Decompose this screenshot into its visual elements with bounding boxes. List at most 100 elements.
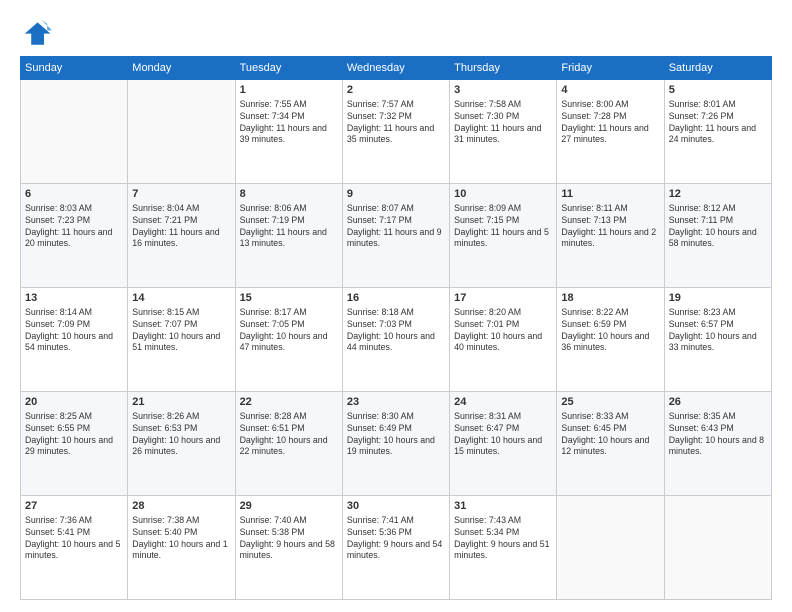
col-header-wednesday: Wednesday [342,57,449,80]
day-number: 7 [132,187,230,202]
calendar-cell: 28Sunrise: 7:38 AMSunset: 5:40 PMDayligh… [128,496,235,600]
day-info: Sunrise: 8:04 AMSunset: 7:21 PMDaylight:… [132,203,230,251]
calendar-cell: 26Sunrise: 8:35 AMSunset: 6:43 PMDayligh… [664,392,771,496]
day-number: 16 [347,291,445,306]
col-header-tuesday: Tuesday [235,57,342,80]
calendar-week-row: 1Sunrise: 7:55 AMSunset: 7:34 PMDaylight… [21,80,772,184]
day-number: 15 [240,291,338,306]
calendar-cell: 13Sunrise: 8:14 AMSunset: 7:09 PMDayligh… [21,288,128,392]
day-number: 28 [132,499,230,514]
day-number: 24 [454,395,552,410]
calendar-cell: 14Sunrise: 8:15 AMSunset: 7:07 PMDayligh… [128,288,235,392]
day-number: 31 [454,499,552,514]
day-info: Sunrise: 8:09 AMSunset: 7:15 PMDaylight:… [454,203,552,251]
calendar-header-row: SundayMondayTuesdayWednesdayThursdayFrid… [21,57,772,80]
day-info: Sunrise: 8:23 AMSunset: 6:57 PMDaylight:… [669,307,767,355]
day-number: 4 [561,83,659,98]
calendar-cell: 1Sunrise: 7:55 AMSunset: 7:34 PMDaylight… [235,80,342,184]
day-info: Sunrise: 8:07 AMSunset: 7:17 PMDaylight:… [347,203,445,251]
day-info: Sunrise: 8:35 AMSunset: 6:43 PMDaylight:… [669,411,767,459]
calendar-cell: 3Sunrise: 7:58 AMSunset: 7:30 PMDaylight… [450,80,557,184]
day-info: Sunrise: 8:33 AMSunset: 6:45 PMDaylight:… [561,411,659,459]
day-info: Sunrise: 8:00 AMSunset: 7:28 PMDaylight:… [561,99,659,147]
calendar-cell: 20Sunrise: 8:25 AMSunset: 6:55 PMDayligh… [21,392,128,496]
day-info: Sunrise: 8:12 AMSunset: 7:11 PMDaylight:… [669,203,767,251]
logo [20,16,56,48]
day-number: 30 [347,499,445,514]
day-number: 12 [669,187,767,202]
day-info: Sunrise: 8:14 AMSunset: 7:09 PMDaylight:… [25,307,123,355]
day-number: 19 [669,291,767,306]
day-number: 21 [132,395,230,410]
calendar-cell [664,496,771,600]
day-number: 14 [132,291,230,306]
calendar-cell: 11Sunrise: 8:11 AMSunset: 7:13 PMDayligh… [557,184,664,288]
day-info: Sunrise: 8:25 AMSunset: 6:55 PMDaylight:… [25,411,123,459]
calendar-cell: 8Sunrise: 8:06 AMSunset: 7:19 PMDaylight… [235,184,342,288]
calendar-week-row: 20Sunrise: 8:25 AMSunset: 6:55 PMDayligh… [21,392,772,496]
day-info: Sunrise: 8:15 AMSunset: 7:07 PMDaylight:… [132,307,230,355]
day-number: 2 [347,83,445,98]
day-info: Sunrise: 8:28 AMSunset: 6:51 PMDaylight:… [240,411,338,459]
calendar: SundayMondayTuesdayWednesdayThursdayFrid… [20,56,772,600]
calendar-cell: 25Sunrise: 8:33 AMSunset: 6:45 PMDayligh… [557,392,664,496]
day-number: 13 [25,291,123,306]
calendar-cell: 23Sunrise: 8:30 AMSunset: 6:49 PMDayligh… [342,392,449,496]
logo-icon [20,16,52,48]
day-number: 3 [454,83,552,98]
calendar-cell: 29Sunrise: 7:40 AMSunset: 5:38 PMDayligh… [235,496,342,600]
day-info: Sunrise: 8:11 AMSunset: 7:13 PMDaylight:… [561,203,659,251]
day-info: Sunrise: 8:22 AMSunset: 6:59 PMDaylight:… [561,307,659,355]
day-info: Sunrise: 8:30 AMSunset: 6:49 PMDaylight:… [347,411,445,459]
calendar-cell: 12Sunrise: 8:12 AMSunset: 7:11 PMDayligh… [664,184,771,288]
calendar-cell: 15Sunrise: 8:17 AMSunset: 7:05 PMDayligh… [235,288,342,392]
day-info: Sunrise: 7:41 AMSunset: 5:36 PMDaylight:… [347,515,445,563]
day-number: 1 [240,83,338,98]
day-info: Sunrise: 7:55 AMSunset: 7:34 PMDaylight:… [240,99,338,147]
calendar-cell [557,496,664,600]
calendar-cell: 19Sunrise: 8:23 AMSunset: 6:57 PMDayligh… [664,288,771,392]
calendar-cell: 5Sunrise: 8:01 AMSunset: 7:26 PMDaylight… [664,80,771,184]
day-info: Sunrise: 7:43 AMSunset: 5:34 PMDaylight:… [454,515,552,563]
calendar-cell: 9Sunrise: 8:07 AMSunset: 7:17 PMDaylight… [342,184,449,288]
day-number: 8 [240,187,338,202]
calendar-cell: 16Sunrise: 8:18 AMSunset: 7:03 PMDayligh… [342,288,449,392]
calendar-cell: 17Sunrise: 8:20 AMSunset: 7:01 PMDayligh… [450,288,557,392]
day-info: Sunrise: 8:18 AMSunset: 7:03 PMDaylight:… [347,307,445,355]
col-header-sunday: Sunday [21,57,128,80]
calendar-cell: 2Sunrise: 7:57 AMSunset: 7:32 PMDaylight… [342,80,449,184]
day-info: Sunrise: 7:38 AMSunset: 5:40 PMDaylight:… [132,515,230,563]
calendar-cell: 10Sunrise: 8:09 AMSunset: 7:15 PMDayligh… [450,184,557,288]
day-number: 26 [669,395,767,410]
page: SundayMondayTuesdayWednesdayThursdayFrid… [0,0,792,612]
day-info: Sunrise: 8:20 AMSunset: 7:01 PMDaylight:… [454,307,552,355]
day-number: 25 [561,395,659,410]
day-info: Sunrise: 8:01 AMSunset: 7:26 PMDaylight:… [669,99,767,147]
col-header-friday: Friday [557,57,664,80]
day-number: 5 [669,83,767,98]
col-header-saturday: Saturday [664,57,771,80]
calendar-week-row: 27Sunrise: 7:36 AMSunset: 5:41 PMDayligh… [21,496,772,600]
day-info: Sunrise: 8:17 AMSunset: 7:05 PMDaylight:… [240,307,338,355]
col-header-thursday: Thursday [450,57,557,80]
day-number: 22 [240,395,338,410]
calendar-cell: 27Sunrise: 7:36 AMSunset: 5:41 PMDayligh… [21,496,128,600]
day-info: Sunrise: 7:40 AMSunset: 5:38 PMDaylight:… [240,515,338,563]
day-number: 17 [454,291,552,306]
day-number: 18 [561,291,659,306]
day-number: 11 [561,187,659,202]
day-info: Sunrise: 7:36 AMSunset: 5:41 PMDaylight:… [25,515,123,563]
day-info: Sunrise: 8:26 AMSunset: 6:53 PMDaylight:… [132,411,230,459]
calendar-cell: 31Sunrise: 7:43 AMSunset: 5:34 PMDayligh… [450,496,557,600]
calendar-cell [128,80,235,184]
calendar-cell: 4Sunrise: 8:00 AMSunset: 7:28 PMDaylight… [557,80,664,184]
day-number: 23 [347,395,445,410]
day-number: 10 [454,187,552,202]
calendar-cell: 6Sunrise: 8:03 AMSunset: 7:23 PMDaylight… [21,184,128,288]
day-info: Sunrise: 8:06 AMSunset: 7:19 PMDaylight:… [240,203,338,251]
day-number: 29 [240,499,338,514]
day-number: 6 [25,187,123,202]
calendar-cell: 30Sunrise: 7:41 AMSunset: 5:36 PMDayligh… [342,496,449,600]
calendar-cell: 18Sunrise: 8:22 AMSunset: 6:59 PMDayligh… [557,288,664,392]
calendar-week-row: 6Sunrise: 8:03 AMSunset: 7:23 PMDaylight… [21,184,772,288]
